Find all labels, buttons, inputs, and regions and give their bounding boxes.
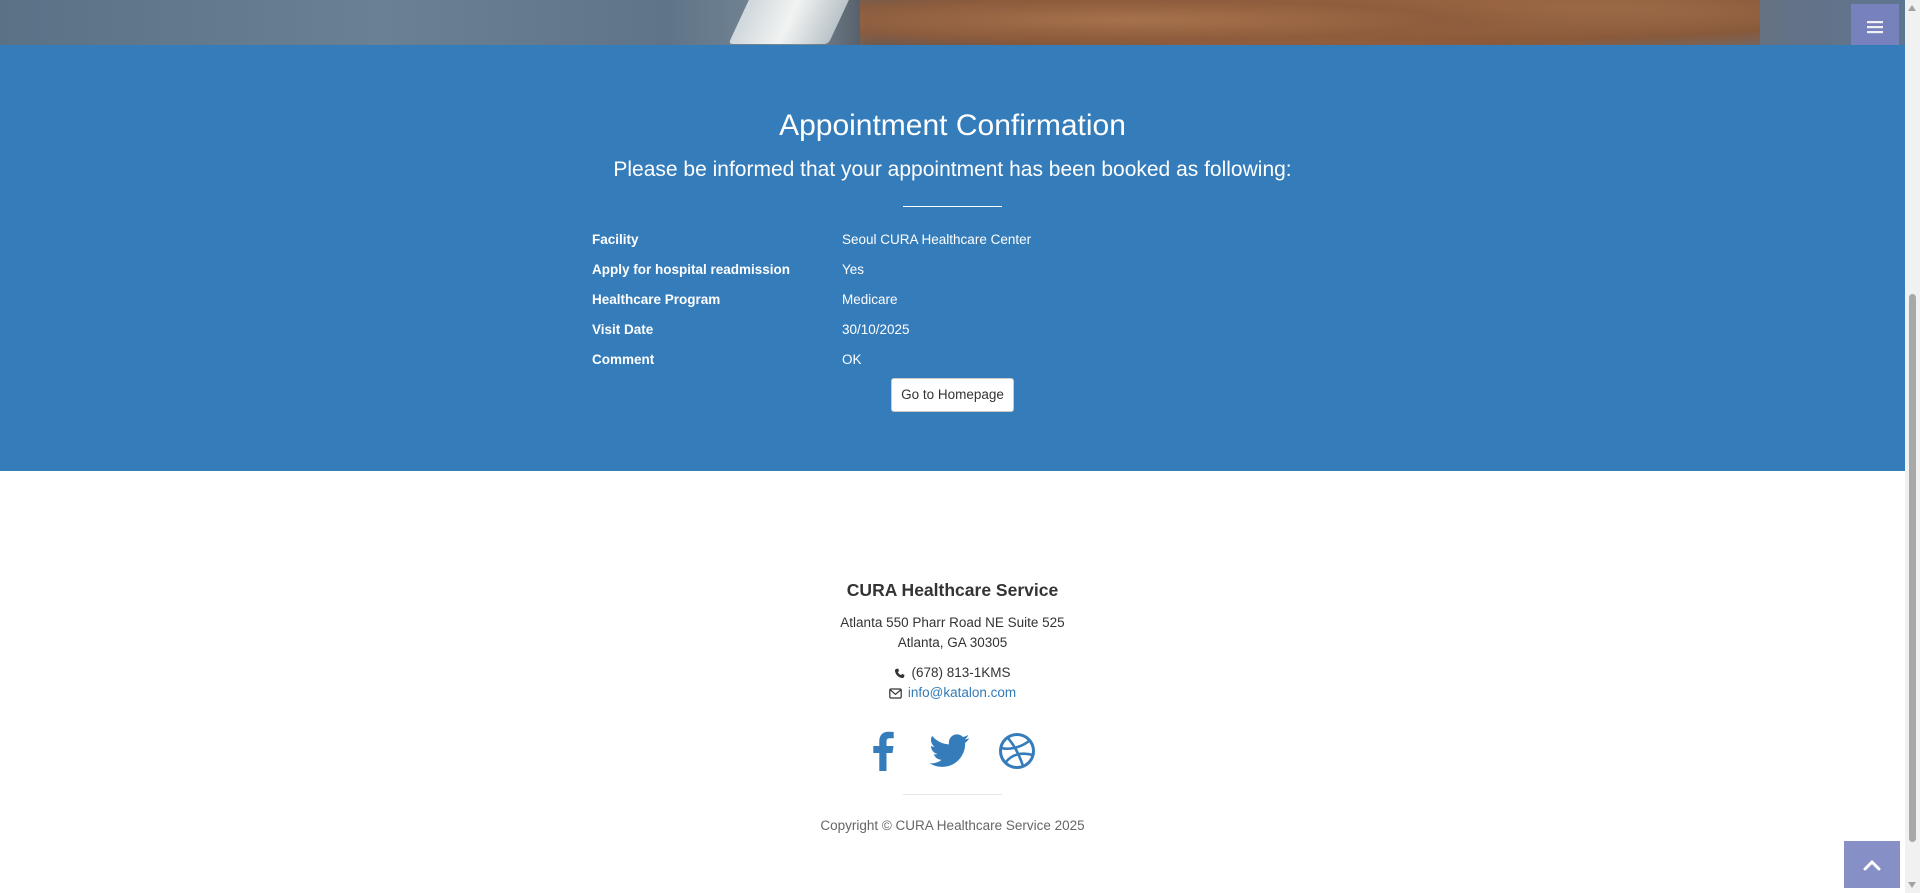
chevron-up-icon (1863, 860, 1881, 870)
phone-line: (678) 813-1KMS (0, 663, 1905, 683)
program-label: Healthcare Program (592, 292, 721, 307)
visit-date-label: Visit Date (592, 322, 654, 337)
detail-row-program: Healthcare Program Medicare (592, 289, 1392, 311)
detail-row-visit-date: Visit Date 30/10/2025 (592, 319, 1392, 341)
email-line: info@katalon.com (0, 683, 1905, 703)
comment-value: OK (842, 352, 862, 367)
scroll-up-arrow-icon[interactable] (1908, 5, 1916, 11)
page: Appointment Confirmation Please be infor… (0, 0, 1905, 893)
dribbble-icon (999, 733, 1035, 769)
readmission-value: Yes (842, 262, 865, 277)
phone-icon (895, 668, 905, 678)
hero-device-shape (728, 0, 852, 44)
hamburger-menu-icon (1867, 21, 1883, 34)
scroll-to-top-button[interactable] (1844, 841, 1900, 888)
confirmation-subtitle: Please be informed that your appointment… (613, 158, 1292, 181)
menu-toggle-button[interactable] (1851, 4, 1899, 50)
scroll-down-arrow-icon[interactable] (1908, 882, 1916, 888)
facility-label: Facility (592, 232, 639, 247)
email-link[interactable]: info@katalon.com (908, 685, 1016, 700)
phone-number: (678) 813-1KMS (911, 665, 1011, 680)
facility-value: Seoul CURA Healthcare Center (842, 232, 1032, 247)
comment-label: Comment (592, 352, 655, 367)
program-value: Medicare (842, 292, 898, 307)
twitter-link[interactable] (928, 729, 972, 773)
go-to-homepage-button[interactable]: Go to Homepage (891, 378, 1014, 412)
visit-date-value: 30/10/2025 (842, 322, 910, 337)
address-line-1: Atlanta 550 Pharr Road NE Suite 525 (840, 615, 1065, 630)
address-line-2: Atlanta, GA 30305 (897, 635, 1008, 650)
readmission-label: Apply for hospital readmission (592, 262, 791, 277)
twitter-icon (930, 734, 970, 767)
detail-row-facility: Facility Seoul CURA Healthcare Center (592, 229, 1392, 251)
detail-row-comment: Comment OK (592, 349, 1392, 371)
facebook-link[interactable] (861, 729, 905, 773)
detail-row-readmission: Apply for hospital readmission Yes (592, 259, 1392, 281)
company-name: CURA Healthcare Service (846, 580, 1059, 600)
facebook-icon (873, 731, 894, 771)
dribbble-link[interactable] (995, 729, 1039, 773)
envelope-icon (889, 688, 902, 699)
page-scrollbar[interactable] (1905, 0, 1920, 893)
footer-divider (903, 794, 1002, 795)
hero-dog-shape (860, 0, 1760, 45)
page-title: Appointment Confirmation (779, 109, 1126, 142)
hero-image-strip (0, 0, 1905, 45)
copyright-text: Copyright © CURA Healthcare Service 2025 (820, 818, 1085, 833)
section-divider (903, 206, 1002, 207)
appointment-confirmation-section: Appointment Confirmation Please be infor… (0, 45, 1905, 471)
footer: CURA Healthcare Service Atlanta 550 Phar… (0, 471, 1905, 893)
scrollbar-thumb[interactable] (1909, 294, 1916, 842)
